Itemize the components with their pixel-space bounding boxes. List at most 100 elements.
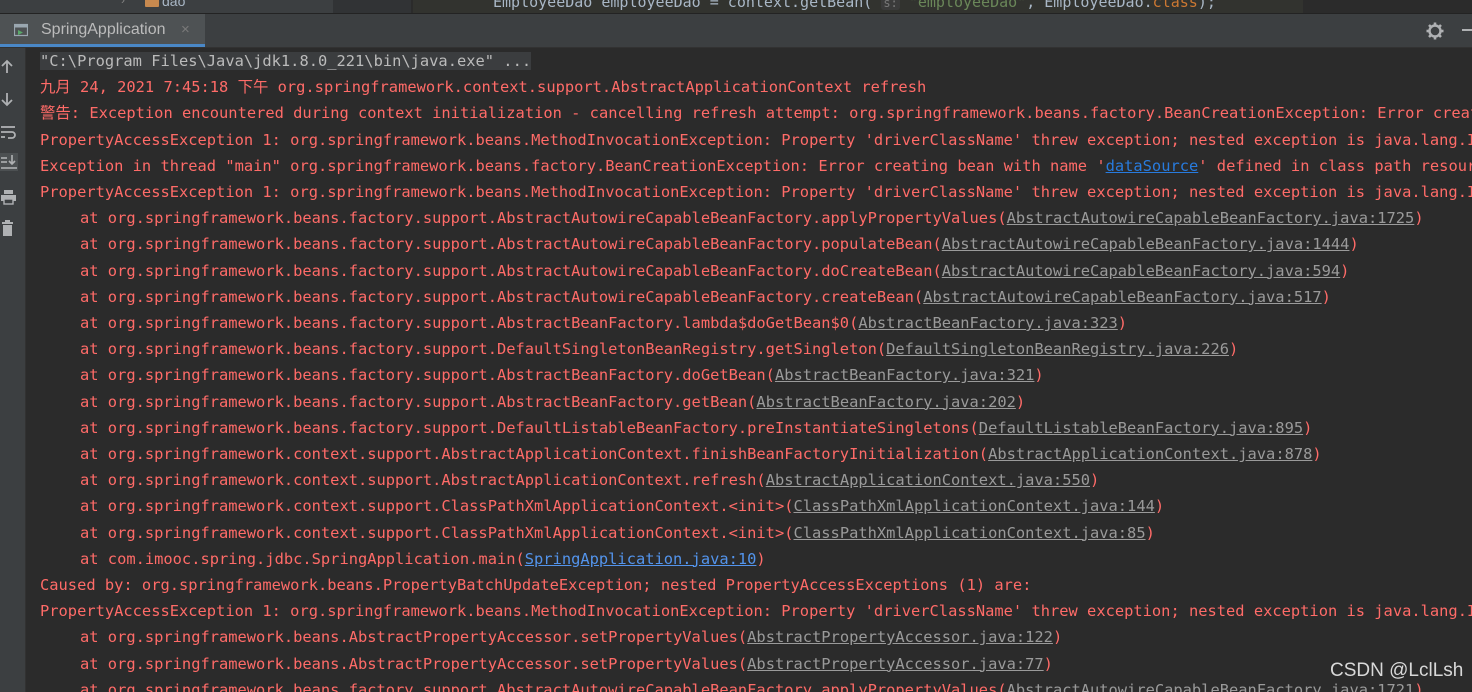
parameter-hint: s: <box>881 0 900 10</box>
line-text-suffix: ) <box>1043 654 1053 673</box>
source-link[interactable]: AbstractPropertyAccessor.java:122 <box>747 628 1053 646</box>
gear-icon[interactable] <box>1425 21 1445 41</box>
soft-wrap-icon[interactable] <box>0 123 18 141</box>
scroll-to-end-icon[interactable] <box>0 153 18 171</box>
stack-frame-line: at org.springframework.context.support.A… <box>80 470 1099 490</box>
chevron-right-icon[interactable]: › <box>121 0 125 7</box>
line-text: 警告: Exception encountered during context… <box>40 104 1472 123</box>
code-mid: , EmployeeDao. <box>1026 0 1153 11</box>
line-text-suffix: ) <box>1154 497 1165 516</box>
print-icon[interactable] <box>0 188 18 206</box>
line-text: PropertyAccessException 1: org.springfra… <box>40 183 1472 201</box>
line-text: at org.springframework.beans.AbstractPro… <box>80 628 748 647</box>
source-link[interactable]: AbstractAutowireCapableBeanFactory.java:… <box>1007 681 1415 692</box>
stack-frame-line: at org.springframework.beans.factory.sup… <box>80 365 1044 385</box>
stack-frame-line: at org.springframework.beans.factory.sup… <box>80 392 1025 412</box>
line-text: at org.springframework.beans.factory.sup… <box>80 680 1007 692</box>
line-text: at org.springframework.context.support.A… <box>80 445 989 463</box>
line-text-suffix: ' defined in class path resource <box>1198 156 1472 175</box>
code-keyword: class <box>1152 0 1198 11</box>
line-text: 九月 24, 2021 7:45:18 下午 org.springframewo… <box>40 78 927 97</box>
source-link[interactable]: DefaultListableBeanFactory.java:895 <box>979 419 1303 437</box>
up-arrow-icon[interactable] <box>0 58 18 76</box>
line-text-suffix: ) <box>756 549 766 568</box>
source-link[interactable]: AbstractAutowireCapableBeanFactory.java:… <box>1007 209 1415 227</box>
stack-frame-line: at org.springframework.beans.factory.sup… <box>80 208 1424 228</box>
source-link[interactable]: AbstractAutowireCapableBeanFactory.java:… <box>923 288 1321 306</box>
line-text: at org.springframework.beans.AbstractPro… <box>80 654 748 673</box>
line-text: Caused by: org.springframework.beans.Pro… <box>40 576 1032 594</box>
trash-icon[interactable] <box>0 219 18 237</box>
line-text-suffix: ) <box>1145 523 1155 542</box>
line-text: at org.springframework.beans.factory.sup… <box>80 418 979 437</box>
stack-frame-line: at org.springframework.beans.factory.sup… <box>80 261 1349 281</box>
stack-frame-line: at org.springframework.beans.factory.sup… <box>80 287 1331 307</box>
minimize-icon[interactable] <box>1462 29 1472 31</box>
folder-icon <box>145 0 159 7</box>
run-tab-bar: SpringApplication × <box>0 14 1472 48</box>
line-text-suffix: ) <box>1117 314 1128 332</box>
source-link[interactable]: AbstractBeanFactory.java:321 <box>775 366 1034 384</box>
line-text: at org.springframework.context.support.A… <box>80 471 766 490</box>
project-tree: › dao <box>0 0 333 13</box>
line-text-suffix: ) <box>1228 340 1239 359</box>
log-line: PropertyAccessException 1: org.springfra… <box>40 601 1472 621</box>
stack-frame-line: at org.springframework.context.support.C… <box>80 496 1164 516</box>
line-text: at org.springframework.beans.factory.sup… <box>80 209 1007 228</box>
console-output[interactable]: "C:\Program Files\Java\jdk1.8.0_221\bin\… <box>26 48 1472 692</box>
line-text: PropertyAccessException 1: org.springfra… <box>40 130 1472 149</box>
tab-spring-application[interactable]: SpringApplication × <box>0 14 205 47</box>
line-text-suffix: ) <box>1090 471 1100 490</box>
line-text: at org.springframework.beans.factory.sup… <box>80 392 757 411</box>
stack-frame-line: at org.springframework.context.support.C… <box>80 523 1155 543</box>
line-text-suffix: ) <box>1349 235 1359 254</box>
source-link[interactable]: ClassPathXmlApplicationContext.java:85 <box>793 524 1145 542</box>
line-text: at org.springframework.beans.factory.sup… <box>80 366 775 385</box>
log-line: Caused by: org.springframework.beans.Pro… <box>40 575 1031 595</box>
stack-frame-line: at org.springframework.beans.factory.sup… <box>80 680 1424 692</box>
log-line: 警告: Exception encountered during context… <box>40 103 1472 123</box>
line-text: at org.springframework.beans.factory.sup… <box>80 261 942 280</box>
source-link[interactable]: AbstractPropertyAccessor.java:77 <box>747 655 1044 673</box>
stack-frame-line: at org.springframework.beans.AbstractPro… <box>80 654 1053 674</box>
close-icon[interactable]: × <box>181 21 190 38</box>
source-link[interactable]: AbstractAutowireCapableBeanFactory.java:… <box>942 235 1350 253</box>
watermark: CSDN @LclLsh <box>1330 660 1464 681</box>
code-string: "employeeDao" <box>908 0 1027 11</box>
line-text: at com.imooc.spring.jdbc.SpringApplicati… <box>80 549 525 568</box>
line-text: at org.springframework.beans.factory.sup… <box>80 314 859 332</box>
line-text-suffix: ) <box>1312 445 1322 463</box>
source-link[interactable]: ClassPathXmlApplicationContext.java:144 <box>793 497 1154 515</box>
line-text-suffix: ) <box>1015 392 1026 411</box>
line-text: PropertyAccessException 1: org.springfra… <box>40 602 1472 621</box>
line-text-suffix: ) <box>1414 680 1424 692</box>
line-text: at org.springframework.context.support.C… <box>80 497 794 516</box>
down-arrow-icon[interactable] <box>0 90 18 108</box>
source-link[interactable]: AbstractApplicationContext.java:878 <box>988 445 1312 463</box>
console-toolbar <box>0 48 26 692</box>
tab-label: SpringApplication <box>41 21 166 38</box>
line-text: Exception in thread "main" org.springfra… <box>40 156 1106 175</box>
source-link[interactable]: SpringApplication.java:10 <box>525 550 757 568</box>
log-line: PropertyAccessException 1: org.springfra… <box>40 182 1472 202</box>
source-link[interactable]: AbstractAutowireCapableBeanFactory.java:… <box>942 262 1340 280</box>
line-text: at org.springframework.beans.factory.sup… <box>80 340 887 359</box>
code-line[interactable]: EmployeeDao employeeDao = context.getBea… <box>493 0 1216 11</box>
stack-frame-line: at org.springframework.beans.AbstractPro… <box>80 627 1062 647</box>
source-link[interactable]: DefaultSingletonBeanRegistry.java:226 <box>886 340 1229 358</box>
source-link[interactable]: AbstractBeanFactory.java:202 <box>756 393 1015 411</box>
line-text-suffix: ) <box>1321 287 1331 306</box>
stack-frame-line: at org.springframework.beans.factory.sup… <box>80 339 1238 359</box>
command-line: "C:\Program Files\Java\jdk1.8.0_221\bin\… <box>40 51 532 71</box>
source-link[interactable]: AbstractApplicationContext.java:550 <box>766 471 1090 489</box>
stack-frame-line: at com.imooc.spring.jdbc.SpringApplicati… <box>80 549 766 569</box>
source-link[interactable]: dataSource <box>1106 157 1199 175</box>
code-suffix: ); <box>1197 0 1216 11</box>
source-link[interactable]: AbstractBeanFactory.java:323 <box>858 314 1117 332</box>
tree-item-label[interactable]: dao <box>162 0 185 9</box>
line-text: at org.springframework.context.support.C… <box>80 523 794 542</box>
log-line: PropertyAccessException 1: org.springfra… <box>40 130 1472 150</box>
line-text: "C:\Program Files\Java\jdk1.8.0_221\bin\… <box>40 52 532 70</box>
line-text: at org.springframework.beans.factory.sup… <box>80 287 924 306</box>
run-config-icon <box>14 23 28 37</box>
